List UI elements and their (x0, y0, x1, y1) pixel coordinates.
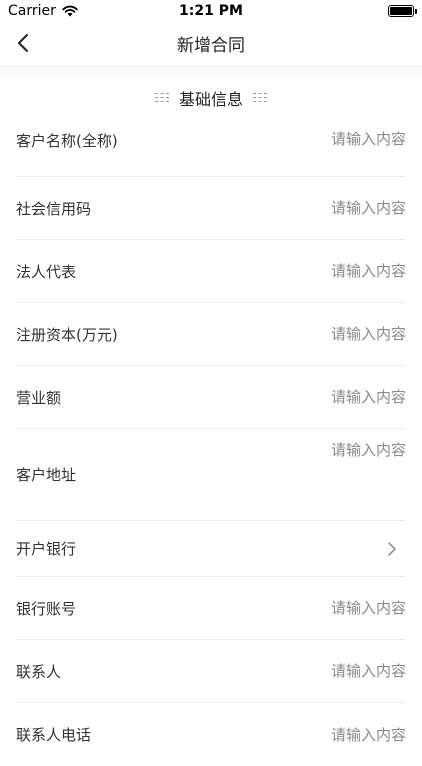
credit-code-input[interactable] (286, 199, 406, 217)
form-row-legal-rep: 法人代表 (16, 240, 406, 303)
section-decoration-right (253, 93, 267, 102)
row-label: 客户地址 (16, 466, 77, 484)
form-content: 基础信息 客户名称(全称) 社会信用码 法人代表 注册资本(万元) 营业额 客户… (0, 65, 422, 750)
form-row-contact-phone: 联系人电话 (16, 703, 406, 766)
section-header: 基础信息 (0, 65, 422, 130)
form-row-customer-name: 客户名称(全称) (16, 130, 406, 177)
row-label: 法人代表 (16, 262, 77, 281)
form-row-credit-code: 社会信用码 (16, 177, 406, 240)
section-title: 基础信息 (178, 89, 243, 109)
back-button[interactable] (10, 30, 36, 56)
row-label: 联系人 (16, 662, 62, 681)
status-bar: Carrier 1:21 PM (0, 0, 422, 22)
chevron-left-icon (18, 34, 28, 52)
navigation-bar: 新增合同 (0, 22, 422, 65)
row-label: 银行账号 (16, 599, 77, 618)
row-label: 注册资本(万元) (16, 325, 118, 344)
row-label: 开户银行 (16, 540, 77, 558)
form-row-contact: 联系人 (16, 640, 406, 703)
row-label: 社会信用码 (16, 199, 92, 218)
form-row-registered-capital: 注册资本(万元) (16, 303, 406, 366)
form-row-address: 客户地址 (16, 429, 406, 521)
row-label: 客户名称(全称) (16, 132, 118, 150)
contact-input[interactable] (286, 662, 406, 680)
page-title: 新增合同 (177, 36, 245, 56)
section-decoration-left (154, 93, 169, 102)
registered-capital-input[interactable] (286, 325, 406, 343)
contact-phone-input[interactable] (286, 725, 406, 744)
chevron-right-icon (388, 541, 396, 556)
legal-rep-input[interactable] (286, 262, 406, 280)
form-row-bank[interactable]: 开户银行 (16, 521, 406, 577)
row-label: 营业额 (16, 388, 62, 407)
turnover-input[interactable] (286, 388, 406, 406)
form-row-bank-account: 银行账号 (16, 577, 406, 640)
status-time: 1:21 PM (179, 3, 243, 19)
bank-account-input[interactable] (286, 599, 406, 617)
battery-icon (388, 5, 417, 17)
customer-name-input[interactable] (286, 130, 406, 148)
row-label: 联系人电话 (16, 726, 92, 744)
address-textarea[interactable] (296, 441, 406, 459)
form-row-turnover: 营业额 (16, 366, 406, 429)
